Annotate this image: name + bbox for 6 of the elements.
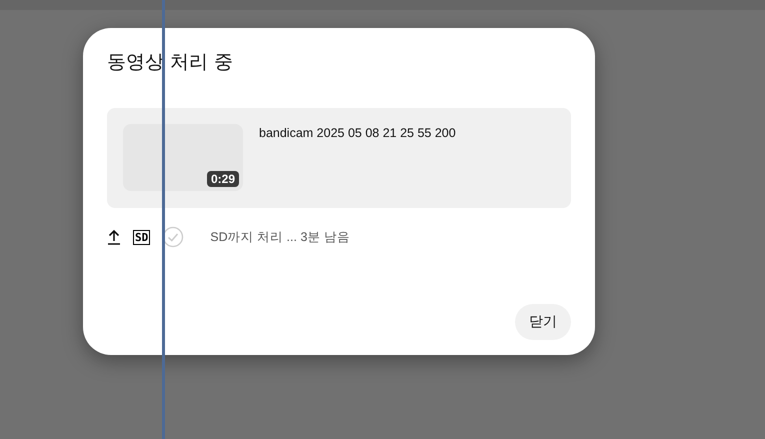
- dialog-title: 동영상 처리 중: [107, 50, 234, 75]
- sd-badge: SD: [133, 230, 150, 244]
- duration-badge: 0:29: [206, 171, 239, 187]
- processing-status: SD까지 처리 ... 3분 남음: [210, 228, 350, 246]
- close-button[interactable]: 닫기: [515, 304, 571, 340]
- video-filename: bandicam 2025 05 08 21 25 55 200: [259, 126, 456, 140]
